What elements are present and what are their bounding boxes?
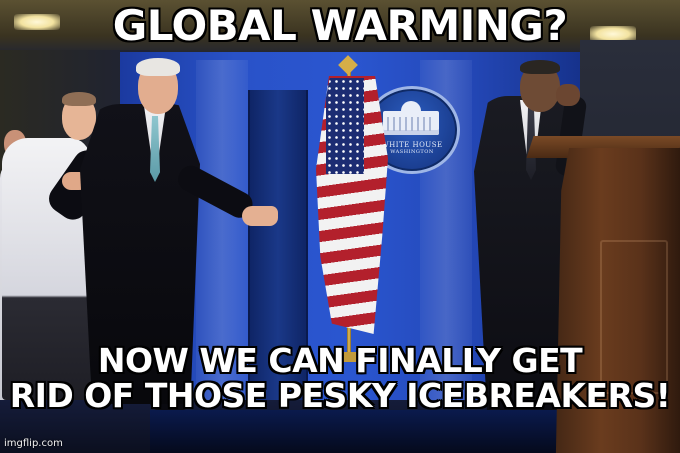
facepalming-man-hand bbox=[556, 84, 580, 106]
building-columns bbox=[387, 117, 435, 131]
meme-image: WHITE HOUSE WASHINGTON GLOBAL WARMING? N… bbox=[0, 0, 680, 453]
bottom-caption-line2: RID OF THOSE PESKY ICEBREAKERS! bbox=[9, 375, 671, 415]
stage bbox=[150, 410, 580, 453]
facepalming-man-hair bbox=[520, 60, 560, 74]
imgflip-watermark: imgflip.com bbox=[4, 438, 63, 449]
flag-stars bbox=[326, 78, 364, 174]
aide-hair bbox=[62, 92, 96, 106]
top-caption: GLOBAL WARMING? bbox=[112, 1, 568, 50]
bottom-caption: NOW WE CAN FINALLY GET RID OF THOSE PESK… bbox=[0, 341, 680, 415]
gesturing-man-hair bbox=[136, 58, 180, 76]
gesturing-man-right-hand bbox=[242, 206, 278, 226]
bottom-caption-line1: NOW WE CAN FINALLY GET bbox=[97, 341, 583, 380]
